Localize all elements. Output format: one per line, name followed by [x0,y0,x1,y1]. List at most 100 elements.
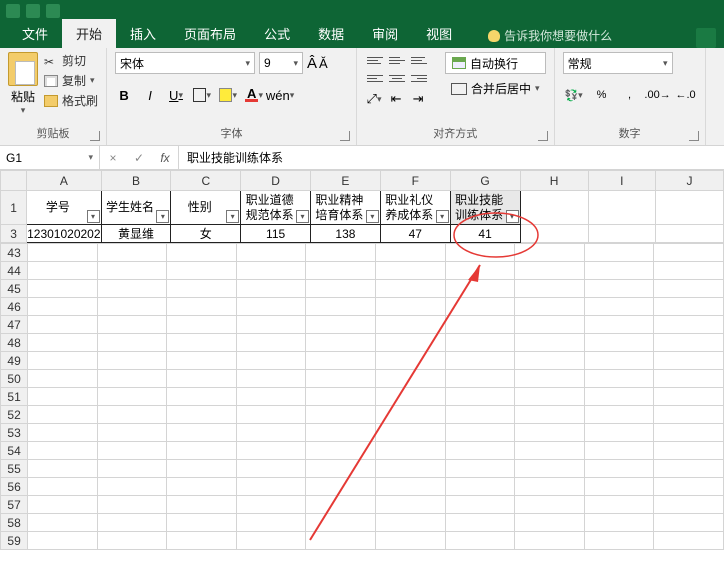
cell[interactable] [515,478,585,496]
cell[interactable] [28,352,98,370]
filter-icon[interactable]: ▾ [436,210,449,223]
cell[interactable] [236,406,306,424]
row-header[interactable]: 59 [1,532,28,550]
align-center-button[interactable] [387,70,407,86]
cell[interactable] [445,442,515,460]
cell[interactable] [584,478,654,496]
cell[interactable] [97,334,167,352]
cell[interactable] [445,352,515,370]
cell[interactable] [445,514,515,532]
cell[interactable] [28,406,98,424]
cell[interactable] [515,334,585,352]
cell[interactable] [236,334,306,352]
cell[interactable] [306,244,376,262]
row-header[interactable]: 55 [1,460,28,478]
row-header[interactable]: 46 [1,298,28,316]
cell[interactable] [445,532,515,550]
cell[interactable] [28,514,98,532]
increase-decimal-button[interactable]: .00→ [647,86,669,104]
select-all-corner[interactable] [1,171,27,191]
italic-button[interactable]: I [141,86,159,104]
tell-me-search[interactable]: 告诉我你想要做什么 [478,23,622,48]
cell[interactable] [236,478,306,496]
cell[interactable] [376,460,446,478]
cell[interactable] [97,460,167,478]
cell[interactable] [588,225,656,243]
col-header[interactable]: A [27,171,101,191]
cell[interactable] [654,460,724,478]
row-header[interactable]: 1 [1,191,27,225]
cell[interactable] [167,406,237,424]
cell[interactable] [584,316,654,334]
cell[interactable] [584,514,654,532]
cell[interactable] [236,424,306,442]
cell[interactable] [376,244,446,262]
cell[interactable] [654,280,724,298]
cell[interactable] [28,496,98,514]
cell[interactable] [445,334,515,352]
cell[interactable] [584,352,654,370]
cell[interactable] [306,334,376,352]
cell[interactable] [376,424,446,442]
cell[interactable]: 47 [380,225,450,243]
chevron-down-icon[interactable]: ▾ [90,75,95,86]
cell[interactable] [167,532,237,550]
cell[interactable] [654,532,724,550]
cell[interactable] [584,280,654,298]
cell[interactable] [515,496,585,514]
cell[interactable] [376,280,446,298]
cell[interactable] [28,262,98,280]
enter-formula-button[interactable]: ✓ [126,146,152,169]
filter-active-icon[interactable]: ▾ [506,210,519,223]
fill-color-button[interactable]: ▾ [219,86,237,104]
align-middle-button[interactable] [387,52,407,68]
cell[interactable] [167,244,237,262]
cell[interactable] [654,262,724,280]
cell[interactable] [584,406,654,424]
font-name-select[interactable]: 宋体 ▾ [115,52,255,74]
bold-button[interactable]: B [115,86,133,104]
row-header[interactable]: 52 [1,406,28,424]
cell[interactable] [28,370,98,388]
cell[interactable] [306,298,376,316]
cell[interactable] [97,388,167,406]
filter-icon[interactable]: ▾ [226,210,239,223]
cell[interactable] [515,244,585,262]
cell[interactable] [167,316,237,334]
col-header[interactable]: C [171,171,241,191]
cell[interactable] [376,478,446,496]
paste-button[interactable]: 粘贴 ▾ [8,52,38,116]
tab-layout[interactable]: 页面布局 [170,19,250,48]
cell[interactable] [654,442,724,460]
cell[interactable] [306,280,376,298]
share-icon[interactable] [696,28,716,48]
cell[interactable] [306,316,376,334]
cell[interactable] [515,262,585,280]
format-painter-button[interactable]: 格式刷 [44,92,98,109]
cell[interactable] [376,514,446,532]
cell[interactable] [97,280,167,298]
cell[interactable] [654,514,724,532]
shrink-font-icon[interactable]: Ǎ [319,56,328,71]
tab-insert[interactable]: 插入 [116,19,170,48]
cell[interactable] [306,388,376,406]
cell[interactable] [28,424,98,442]
cell[interactable]: 115 [241,225,311,243]
redo-icon[interactable] [46,4,60,18]
table-header-cell[interactable]: 职业精神培育体系▾ [311,191,381,225]
cell[interactable] [306,406,376,424]
cell[interactable] [376,316,446,334]
cell[interactable] [28,244,98,262]
cell[interactable] [515,442,585,460]
cell[interactable] [376,298,446,316]
cell[interactable] [97,514,167,532]
tab-formulas[interactable]: 公式 [250,19,304,48]
grow-font-icon[interactable]: Â [307,55,317,72]
row-header[interactable]: 54 [1,442,28,460]
cell[interactable] [654,244,724,262]
row-header[interactable]: 53 [1,424,28,442]
cell[interactable] [584,244,654,262]
table-header-cell[interactable]: 职业礼仪养成体系▾ [380,191,450,225]
cell[interactable] [97,244,167,262]
cell[interactable] [236,460,306,478]
